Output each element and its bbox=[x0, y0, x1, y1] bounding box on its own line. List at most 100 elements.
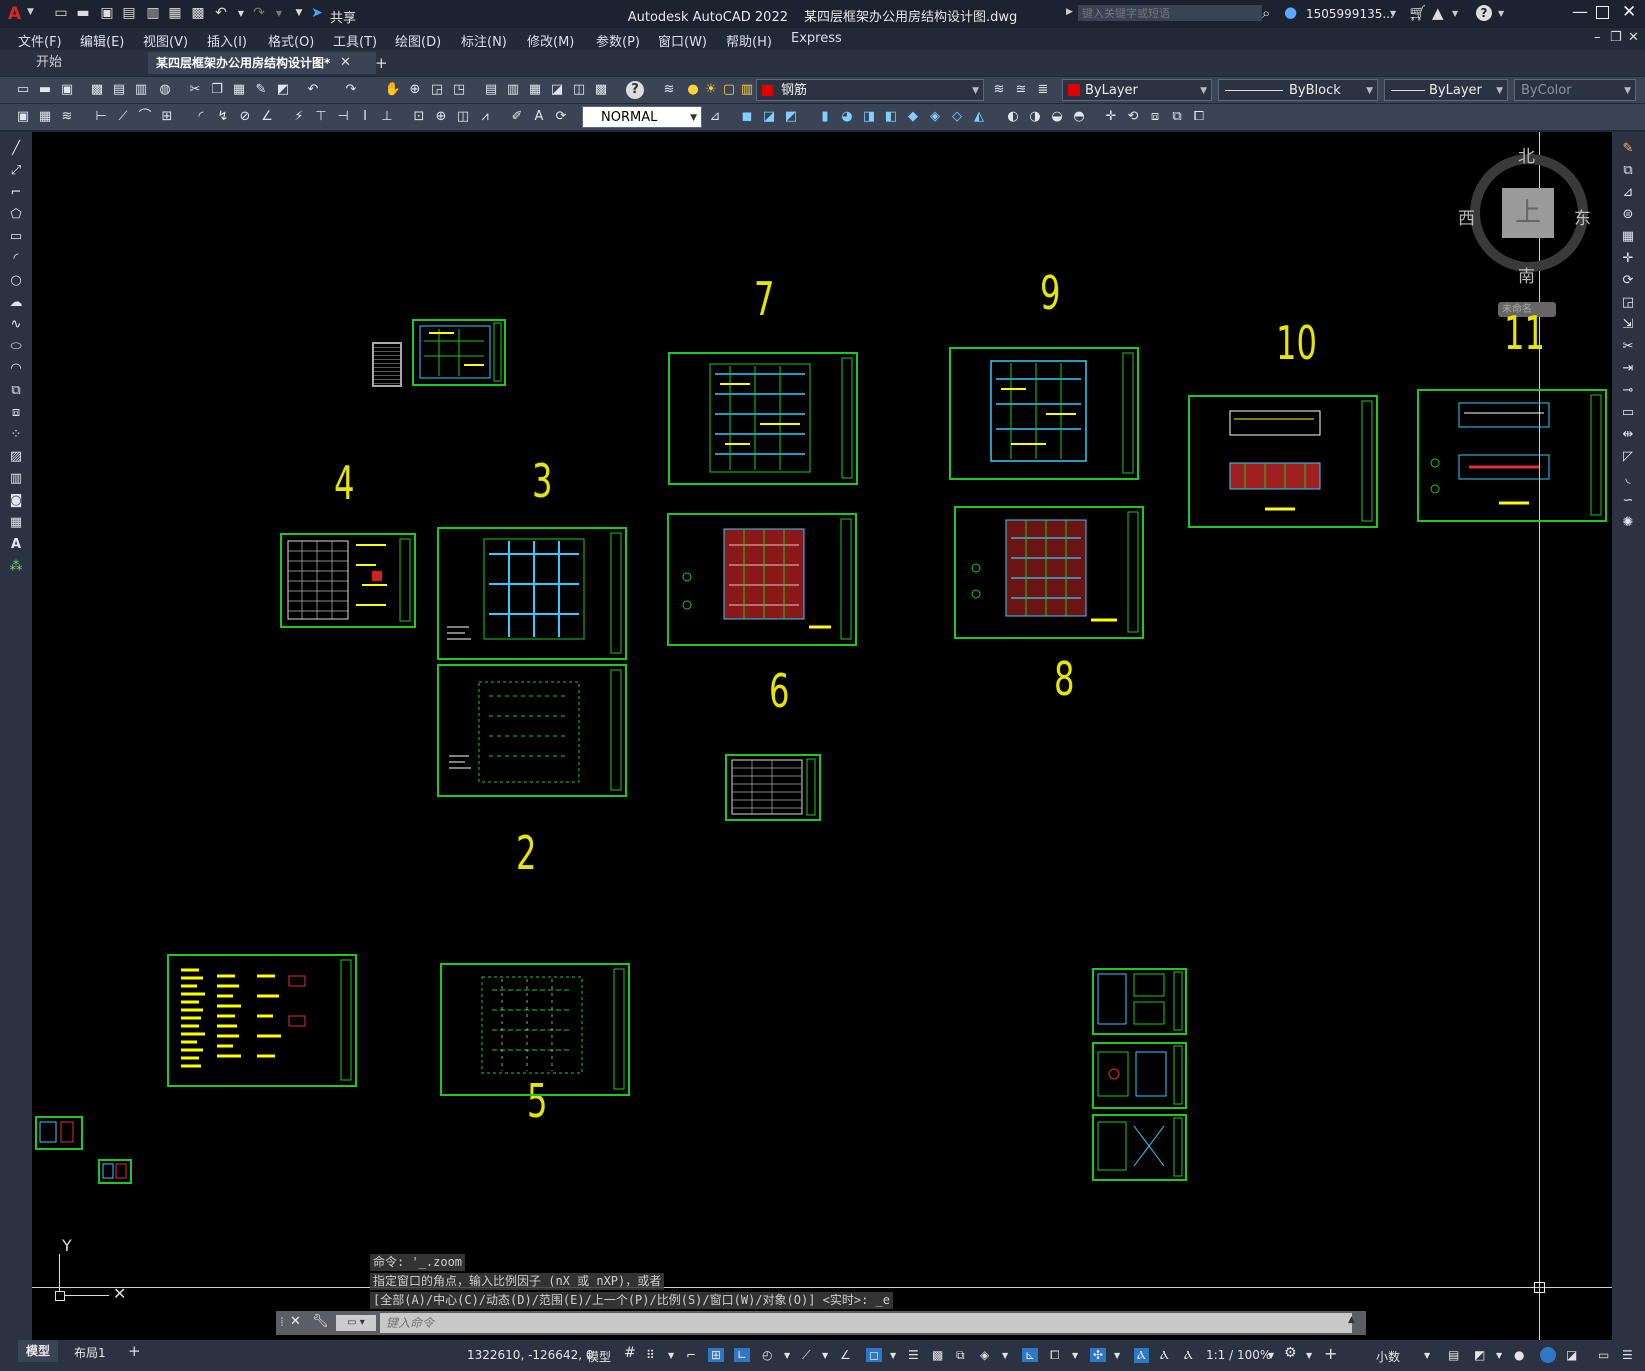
table-tool-icon[interactable]: ▦ bbox=[36, 108, 54, 126]
drawing-canvas[interactable]: 上 北 南 西 东 未命名 7 9 10 11 4 3 6 8 2 5 Y ✕ … bbox=[32, 132, 1612, 1340]
separate-icon[interactable]: ◓ bbox=[1070, 108, 1088, 126]
dim-break-icon[interactable]: ⊥ bbox=[378, 108, 396, 126]
point-icon[interactable]: ⁘ bbox=[7, 426, 25, 444]
drawing-sheet-9[interactable] bbox=[949, 347, 1139, 480]
chamfer-icon[interactable]: ◸ bbox=[1619, 448, 1637, 466]
lock-ui-icon[interactable]: ◩ bbox=[1474, 1348, 1485, 1362]
object-snap-icon[interactable]: ◻ bbox=[866, 1348, 882, 1362]
snap-dropdown-icon[interactable]: ▼ bbox=[668, 1351, 674, 1360]
redo-tool-icon[interactable]: ↷ bbox=[342, 81, 360, 99]
drawing-sheet-4[interactable] bbox=[280, 533, 416, 628]
command-grip-icon[interactable]: ⁞ bbox=[280, 1315, 284, 1329]
viewcube-north[interactable]: 北 bbox=[1518, 142, 1535, 167]
drawing-sheet-3-lower[interactable] bbox=[437, 664, 627, 797]
drawing-sheet-3-upper[interactable] bbox=[437, 527, 627, 660]
selection-filter-icon[interactable]: ⧠ bbox=[1050, 1348, 1060, 1363]
menu-file[interactable]: 文件(F) bbox=[18, 31, 62, 50]
align-3d-icon[interactable]: ⧉ bbox=[1168, 108, 1186, 126]
minimize-icon[interactable]: — bbox=[1572, 2, 1588, 21]
help-dropdown-icon[interactable]: ▼ bbox=[1498, 9, 1504, 18]
search-input[interactable] bbox=[1078, 5, 1262, 21]
copy-icon[interactable]: ❐ bbox=[208, 81, 226, 99]
drawing-sheet-5[interactable] bbox=[440, 963, 630, 1096]
angular-dim-icon[interactable]: ∠ bbox=[258, 108, 276, 126]
qnew-icon[interactable]: ▭ bbox=[14, 81, 32, 99]
copy-object-icon[interactable]: ⧉ bbox=[1619, 162, 1637, 180]
infer-constraints-icon[interactable]: ⌐ bbox=[686, 1348, 696, 1362]
hatch-tool-icon[interactable]: ▣ bbox=[14, 108, 32, 126]
drawing-sheet-6[interactable] bbox=[725, 754, 821, 821]
continue-dim-icon[interactable]: ⊣ bbox=[334, 108, 352, 126]
layer-plot-icon[interactable]: ▥ bbox=[738, 81, 756, 99]
tolerance-icon[interactable]: ⊡ bbox=[410, 108, 428, 126]
menu-parametric[interactable]: 参数(P) bbox=[596, 31, 640, 50]
linetype-dropdown[interactable]: ByBlock ▼ bbox=[1218, 79, 1378, 101]
menu-insert[interactable]: 插入(I) bbox=[207, 31, 247, 50]
polar-dropdown-icon[interactable]: ▼ bbox=[784, 1351, 790, 1360]
undo-tool-icon[interactable]: ↶ bbox=[304, 81, 322, 99]
match-properties-icon[interactable]: ✎ bbox=[252, 81, 270, 99]
menu-edit[interactable]: 编辑(E) bbox=[80, 31, 124, 50]
command-close-icon[interactable]: ✕ bbox=[290, 1314, 301, 1329]
user-dropdown-icon[interactable]: ▼ bbox=[1390, 9, 1396, 18]
multiline-text-icon[interactable]: A bbox=[7, 536, 25, 554]
autodesk-a360-icon[interactable]: ▲ bbox=[1432, 4, 1444, 22]
plot-preview-icon[interactable]: ▤ bbox=[110, 81, 128, 99]
new-tab-icon[interactable]: + bbox=[375, 54, 388, 72]
tool-palettes-icon[interactable]: ▦ bbox=[526, 81, 544, 99]
baseline-dim-icon[interactable]: ⊤ bbox=[312, 108, 330, 126]
break-at-point-icon[interactable]: ⊸ bbox=[1619, 382, 1637, 400]
quick-properties-icon[interactable]: ▤ bbox=[1448, 1348, 1459, 1362]
stretch-icon[interactable]: ⇲ bbox=[1619, 316, 1637, 334]
properties-icon[interactable]: ▤ bbox=[482, 81, 500, 99]
fillet-edge-icon[interactable]: ◑ bbox=[1026, 108, 1044, 126]
drawing-sheet-mini-b[interactable] bbox=[98, 1159, 132, 1184]
lineweight-dropdown[interactable]: ByLayer ▼ bbox=[1384, 79, 1508, 101]
arc-length-icon[interactable]: ⌒ bbox=[136, 108, 154, 126]
paste-icon[interactable]: ▦ bbox=[230, 81, 248, 99]
drawing-sheet-title-page[interactable] bbox=[372, 342, 402, 387]
isodraft-dropdown-icon[interactable]: ▼ bbox=[822, 1351, 828, 1360]
3d-osnap-dropdown-icon[interactable]: ▼ bbox=[1002, 1351, 1008, 1360]
layer-lock-icon[interactable]: ▢ bbox=[720, 81, 738, 99]
extrude-icon[interactable]: ▮ bbox=[816, 108, 834, 126]
jogged-dim-icon[interactable]: ↯ bbox=[214, 108, 232, 126]
shell-icon[interactable]: ◐ bbox=[1004, 108, 1022, 126]
array-icon[interactable]: ▦ bbox=[1619, 228, 1637, 246]
revision-cloud-icon[interactable]: ☁ bbox=[7, 294, 25, 312]
array-3d-icon[interactable]: ⧠ bbox=[1190, 108, 1208, 126]
coordinates-readout[interactable]: 1322610, -126642, 0 bbox=[467, 1348, 593, 1362]
annotation-scale-dropdown-icon[interactable]: ▼ bbox=[1268, 1351, 1274, 1360]
rotate-3d-icon[interactable]: ⟲ bbox=[1124, 108, 1142, 126]
calculator-icon[interactable]: ▩ bbox=[592, 81, 610, 99]
plotstyle-dropdown[interactable]: ByColor ▼ bbox=[1514, 79, 1636, 101]
ordinate-dim-icon[interactable]: ⊞ bbox=[158, 108, 176, 126]
fullscreen-icon[interactable]: ▭ bbox=[1598, 1348, 1609, 1362]
drawing-sheet-detail-c[interactable] bbox=[1092, 1114, 1187, 1181]
fillet-icon[interactable]: ◟ bbox=[1619, 470, 1637, 488]
drawing-sheet-7[interactable] bbox=[668, 352, 858, 485]
drawing-sheet-detail-b[interactable] bbox=[1092, 1042, 1187, 1109]
spline-icon[interactable]: ∿ bbox=[7, 316, 25, 334]
drawing-sheet-mini-a[interactable] bbox=[35, 1116, 83, 1150]
ellipse-icon[interactable]: ⬭ bbox=[7, 338, 25, 356]
break-icon[interactable]: ▭ bbox=[1619, 404, 1637, 422]
doc-close-icon[interactable]: ✕ bbox=[1628, 30, 1639, 45]
a360-dropdown-icon[interactable]: ▼ bbox=[1452, 9, 1458, 18]
move-icon[interactable]: ✛ bbox=[1619, 250, 1637, 268]
diameter-dim-icon[interactable]: ⊘ bbox=[236, 108, 254, 126]
design-center-icon[interactable]: ▥ bbox=[504, 81, 522, 99]
command-input[interactable] bbox=[380, 1313, 1352, 1333]
annotation-visibility-icon[interactable]: Ⲁ bbox=[1134, 1348, 1149, 1363]
command-scroll-up-icon[interactable]: ▲ bbox=[1348, 1315, 1355, 1325]
insert-block-icon[interactable]: ⧉ bbox=[7, 382, 25, 400]
isolate-objects-icon[interactable]: ● bbox=[1514, 1348, 1524, 1362]
line-icon[interactable]: ╱ bbox=[7, 140, 25, 158]
menu-express[interactable]: Express bbox=[791, 31, 842, 46]
make-block-icon[interactable]: ⧈ bbox=[7, 404, 25, 422]
units-value[interactable]: 小数 bbox=[1376, 1348, 1400, 1365]
help-icon[interactable]: ? bbox=[1476, 5, 1492, 21]
polar-tracking-icon[interactable]: ◴ bbox=[762, 1348, 772, 1362]
viewcube-west[interactable]: 西 bbox=[1458, 204, 1475, 229]
explode-icon[interactable]: ✺ bbox=[1619, 514, 1637, 532]
